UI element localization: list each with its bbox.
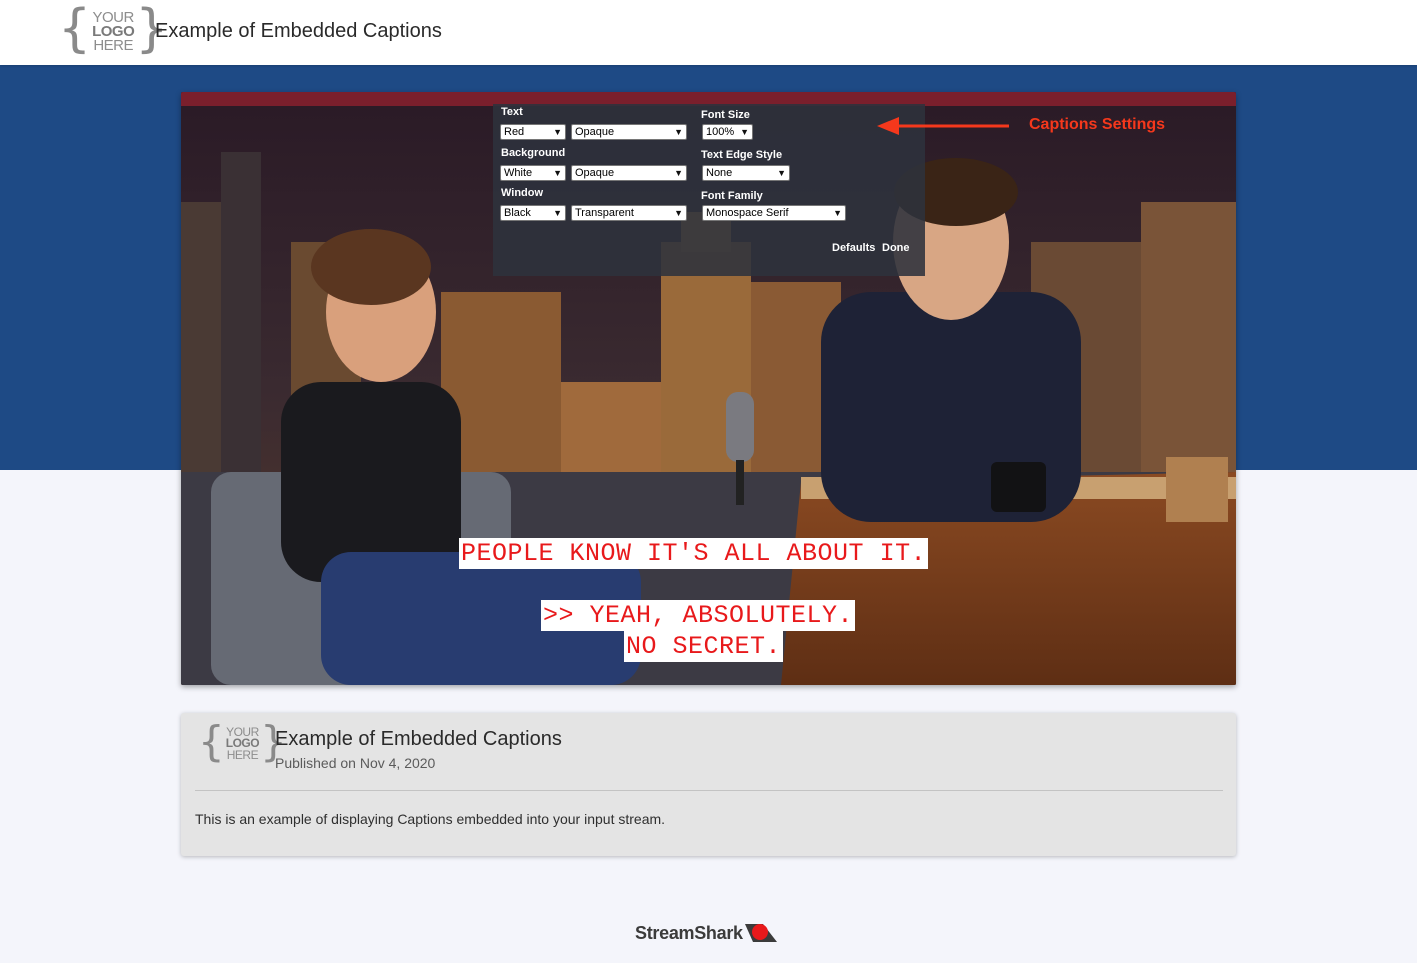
page-title: Example of Embedded Captions (155, 20, 442, 42)
channel-logo: { YOUR LOGO HERE } (198, 721, 287, 763)
chevron-down-icon: ▼ (553, 168, 562, 178)
font-size-label: Font Size (701, 109, 750, 121)
streamshark-logo[interactable]: StreamShark (635, 922, 779, 944)
published-date: Published on Nov 4, 2020 (275, 755, 436, 771)
chevron-down-icon: ▼ (553, 127, 562, 137)
background-opacity-select[interactable]: Opaque ▼ (571, 165, 687, 181)
window-color-select[interactable]: Black ▼ (500, 205, 566, 221)
video-description: This is an example of displaying Caption… (195, 811, 666, 827)
logo-text: YOUR LOGO HERE (225, 725, 260, 762)
chevron-down-icon: ▼ (740, 127, 749, 137)
caption-line: NO SECRET. (624, 631, 784, 662)
chevron-down-icon: ▼ (553, 208, 562, 218)
background-color-select[interactable]: White ▼ (500, 165, 566, 181)
divider (195, 790, 1223, 791)
video-info-card: { YOUR LOGO HERE } Example of Embedded C… (181, 713, 1236, 856)
text-label: Text (501, 106, 523, 118)
captions-settings-annotation: Captions Settings (1029, 116, 1166, 133)
chevron-down-icon: ▼ (674, 127, 683, 137)
captions-settings-panel: Text Red ▼ Opaque ▼ Background White ▼ O… (493, 104, 925, 276)
brand-name: StreamShark (635, 922, 743, 943)
text-edge-style-label: Text Edge Style (701, 149, 783, 161)
video-player[interactable]: Text Red ▼ Opaque ▼ Background White ▼ O… (181, 92, 1236, 685)
left-brace-icon: { (58, 0, 92, 59)
left-brace-icon: { (198, 717, 225, 766)
chevron-down-icon: ▼ (674, 168, 683, 178)
window-label: Window (501, 187, 544, 199)
logo[interactable]: { YOUR LOGO HERE } (58, 0, 168, 59)
background-label: Background (501, 147, 566, 159)
caption-line: PEOPLE KNOW IT'S ALL ABOUT IT. (459, 538, 929, 569)
window-opacity-select[interactable]: Transparent ▼ (571, 205, 687, 221)
text-opacity-select[interactable]: Opaque ▼ (571, 124, 687, 140)
font-size-select[interactable]: 100% ▼ (702, 124, 753, 140)
text-edge-style-select[interactable]: None ▼ (702, 165, 790, 181)
annotation-arrow-icon (877, 117, 1009, 135)
defaults-button[interactable]: Defaults (832, 242, 875, 254)
chevron-down-icon: ▼ (777, 168, 786, 178)
font-family-label: Font Family (701, 190, 763, 202)
chevron-down-icon: ▼ (674, 208, 683, 218)
caption-line: >> YEAH, ABSOLUTELY. (541, 600, 856, 631)
chevron-down-icon: ▼ (833, 208, 842, 218)
top-bar: { YOUR LOGO HERE } Example of Embedded C… (0, 0, 1417, 65)
done-button[interactable]: Done (882, 242, 910, 254)
text-color-select[interactable]: Red ▼ (500, 124, 566, 140)
logo-text: YOUR LOGO HERE (92, 9, 135, 54)
font-family-select[interactable]: Monospace Serif ▼ (702, 205, 846, 221)
video-title: Example of Embedded Captions (275, 728, 562, 750)
shark-fin-icon (744, 924, 777, 942)
